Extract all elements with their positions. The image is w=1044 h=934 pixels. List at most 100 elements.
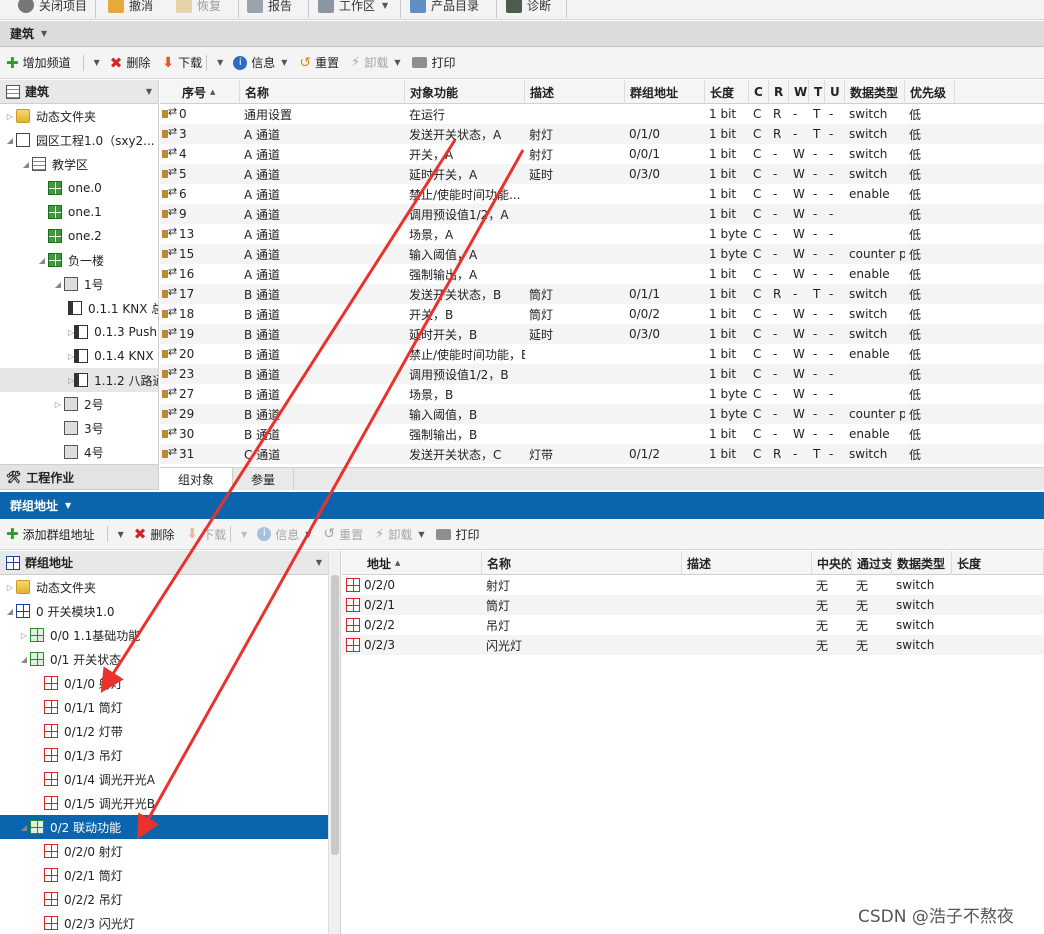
- column-header[interactable]: 描述: [525, 80, 625, 104]
- column-header[interactable]: T: [809, 80, 825, 104]
- tree-item[interactable]: 0/1/0 射灯: [0, 671, 328, 695]
- group-unload-button[interactable]: ⚡ 卸载 ▼: [375, 526, 424, 543]
- table-row[interactable]: 4A 通道开关，A射灯0/0/11 bitC-W--switch低: [160, 144, 1044, 164]
- tree-item[interactable]: ▷1.1.2 八路通...: [0, 368, 158, 392]
- tree-item[interactable]: ◢ 负一楼: [0, 248, 158, 272]
- group-tree-scrollbar[interactable]: [328, 551, 340, 934]
- column-header[interactable]: 地址 ▲: [362, 551, 482, 575]
- tab-parameters[interactable]: 参量: [233, 468, 295, 490]
- tree-item[interactable]: 0/1/2 灯带: [0, 719, 328, 743]
- undo-button[interactable]: 撤消: [108, 0, 153, 16]
- column-header[interactable]: 优先级: [905, 80, 955, 104]
- close-project-button[interactable]: 关闭项目: [18, 0, 87, 16]
- table-row[interactable]: 20B 通道禁止/使能时间功能，B1 bitC-W--enable低: [160, 344, 1044, 364]
- project-work-item[interactable]: 🛠 工程作业: [0, 464, 158, 490]
- tree-item[interactable]: 0/2/2 吊灯: [0, 887, 328, 911]
- unload-button[interactable]: ⚡ 卸载 ▼: [351, 54, 400, 71]
- column-header[interactable]: 描述: [682, 551, 812, 575]
- column-header[interactable]: 序号 ▲: [177, 80, 240, 104]
- tree-item[interactable]: 0/2/0 射灯: [0, 839, 328, 863]
- tree-item[interactable]: one.2: [0, 224, 158, 248]
- column-header[interactable]: 中央的: [812, 551, 852, 575]
- download-button[interactable]: ⬇ 下载: [162, 54, 202, 71]
- expand-toggle-icon[interactable]: ◢: [18, 823, 30, 832]
- tree-item[interactable]: ◢ 1号: [0, 272, 158, 296]
- column-header[interactable]: 通过支: [852, 551, 892, 575]
- table-row[interactable]: 9A 通道调用预设值1/2，A1 bitC-W--低: [160, 204, 1044, 224]
- expand-toggle-icon[interactable]: ▷: [52, 400, 64, 409]
- diagnostics-button[interactable]: 诊断: [506, 0, 551, 16]
- tab-group-objects[interactable]: 组对象: [160, 468, 234, 490]
- tree-item[interactable]: ◢ 0/2 联动功能: [0, 815, 328, 839]
- table-row[interactable]: 0/2/3 闪光灯 无 无 switch: [342, 635, 1044, 655]
- table-row[interactable]: 13A 通道场景，A1 byteC-W--低: [160, 224, 1044, 244]
- column-header[interactable]: U: [825, 80, 845, 104]
- tree-item[interactable]: 3号: [0, 416, 158, 440]
- reset-button[interactable]: ↺ 重置: [299, 54, 339, 71]
- info-button[interactable]: i 信息 ▼: [233, 54, 287, 71]
- column-header[interactable]: 对象功能: [405, 80, 525, 104]
- tree-item[interactable]: ◢ 0/1 开关状态: [0, 647, 328, 671]
- tree-item[interactable]: 0/1/4 调光开光A: [0, 767, 328, 791]
- column-header[interactable]: 长度: [952, 551, 1044, 575]
- column-header[interactable]: 数据类型: [892, 551, 952, 575]
- add-group-address-button[interactable]: ✚ 添加群组地址: [6, 525, 95, 543]
- table-row[interactable]: 18B 通道开关，B筒灯0/0/21 bitC-W--switch低: [160, 304, 1044, 324]
- tree-item[interactable]: 0.1.1 KNX 总...: [0, 296, 158, 320]
- building-panel-header[interactable]: 建筑 ▼: [0, 21, 1044, 47]
- expand-toggle-icon[interactable]: ▷: [4, 583, 16, 592]
- tree-item[interactable]: 0/1/1 筒灯: [0, 695, 328, 719]
- column-header[interactable]: W: [789, 80, 809, 104]
- table-row[interactable]: 6A 通道禁止/使能时间功能...1 bitC-W--enable低: [160, 184, 1044, 204]
- tree-item[interactable]: ◢ 教学区: [0, 152, 158, 176]
- expand-toggle-icon[interactable]: ◢: [52, 280, 64, 289]
- table-row[interactable]: 0/2/0 射灯 无 无 switch: [342, 575, 1044, 595]
- table-row[interactable]: 27B 通道场景，B1 byteC-W--低: [160, 384, 1044, 404]
- group-info-button[interactable]: i 信息 ▼: [257, 526, 311, 543]
- group-panel-header[interactable]: 群组地址 ▼: [0, 492, 1044, 519]
- tree-item[interactable]: 0/2/3 闪光灯: [0, 911, 328, 934]
- table-row[interactable]: 17B 通道发送开关状态，B筒灯0/1/11 bitCR-T-switch低: [160, 284, 1044, 304]
- tree-item[interactable]: ▷0.1.4 KNX Sm...: [0, 344, 158, 368]
- table-row[interactable]: 0通用设置在运行1 bitCR-T-switch低: [160, 104, 1044, 124]
- redo-button[interactable]: 恢复: [176, 0, 221, 16]
- column-header[interactable]: R: [769, 80, 789, 104]
- table-row[interactable]: 0/2/2 吊灯 无 无 switch: [342, 615, 1044, 635]
- scrollbar-thumb[interactable]: [331, 575, 339, 855]
- column-header[interactable]: 群组地址: [625, 80, 705, 104]
- tree-item[interactable]: one.0: [0, 176, 158, 200]
- group-download-button[interactable]: ⬇ 下载: [186, 526, 226, 543]
- table-row[interactable]: 31C 通道发送开关状态，C灯带0/1/21 bitCR-T-switch低: [160, 444, 1044, 464]
- group-tree-header[interactable]: 群组地址 ▼: [0, 551, 328, 575]
- report-button[interactable]: 报告: [247, 0, 292, 16]
- tree-item[interactable]: ◢ 园区工程1.0（sxy2...: [0, 128, 158, 152]
- table-row[interactable]: 16A 通道强制输出，A1 bitC-W--enable低: [160, 264, 1044, 284]
- building-tree-header[interactable]: 建筑 ▼: [0, 80, 158, 104]
- tree-item[interactable]: ▷ 动态文件夹: [0, 575, 328, 599]
- column-header[interactable]: 名称: [482, 551, 682, 575]
- catalog-button[interactable]: 产品目录: [410, 0, 479, 16]
- tree-item[interactable]: 0/1/3 吊灯: [0, 743, 328, 767]
- group-reset-button[interactable]: ↺ 重置: [323, 526, 363, 543]
- table-row[interactable]: 29B 通道输入阈值，B1 byteC-W--counter p...低: [160, 404, 1044, 424]
- expand-toggle-icon[interactable]: ◢: [4, 136, 16, 145]
- tree-item[interactable]: ▷ 0/0 1.1基础功能: [0, 623, 328, 647]
- expand-toggle-icon[interactable]: ▷: [18, 631, 30, 640]
- workspace-button[interactable]: 工作区 ▼: [318, 0, 388, 16]
- column-header[interactable]: 长度: [705, 80, 749, 104]
- group-print-button[interactable]: 打印: [436, 526, 480, 543]
- print-button[interactable]: 打印: [412, 54, 456, 71]
- tree-item[interactable]: ▷0.1.3 Push bu...: [0, 320, 158, 344]
- tree-item[interactable]: ▷ 动态文件夹: [0, 104, 158, 128]
- tree-item[interactable]: ◢ 0 开关模块1.0: [0, 599, 328, 623]
- expand-toggle-icon[interactable]: ◢: [18, 655, 30, 664]
- column-header[interactable]: C: [749, 80, 769, 104]
- expand-toggle-icon[interactable]: ◢: [4, 607, 16, 616]
- table-row[interactable]: 5A 通道延时开关，A延时0/3/01 bitC-W--switch低: [160, 164, 1044, 184]
- expand-toggle-icon[interactable]: ◢: [36, 256, 48, 265]
- table-row[interactable]: 30B 通道强制输出，B1 bitC-W--enable低: [160, 424, 1044, 444]
- delete-button[interactable]: ✖ 删除: [110, 54, 151, 72]
- expand-toggle-icon[interactable]: ◢: [20, 160, 32, 169]
- expand-toggle-icon[interactable]: ▷: [4, 112, 16, 121]
- add-channel-button[interactable]: ✚ 增加频道: [6, 54, 71, 72]
